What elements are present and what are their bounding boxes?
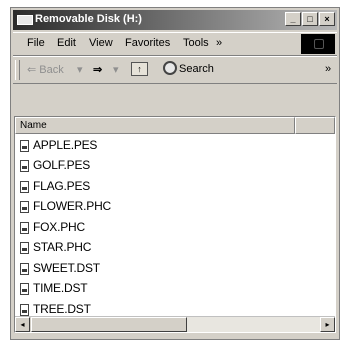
file-name: FOX.PHC xyxy=(33,220,85,234)
file-icon xyxy=(20,283,29,295)
scroll-right-button[interactable]: ▸ xyxy=(320,317,335,332)
file-icon xyxy=(20,160,29,172)
scroll-left-button[interactable]: ◂ xyxy=(15,317,30,332)
file-icon xyxy=(20,140,29,152)
menu-bar: File Edit View Favorites Tools » xyxy=(13,32,337,56)
scrollbar-thumb[interactable] xyxy=(31,317,187,332)
file-list-view: Name APPLE.PES GOLF.PES FLAG.PES FLOWER.… xyxy=(14,116,336,333)
search-icon[interactable] xyxy=(163,61,177,75)
toolbar-grip[interactable] xyxy=(15,60,20,80)
standard-toolbar: ⇐ Back ▾ ⇒ ▾ ↑ Search » xyxy=(13,56,337,84)
file-name: FLAG.PES xyxy=(33,179,90,193)
minimize-button[interactable]: _ xyxy=(285,12,301,26)
forward-button[interactable]: ⇒ xyxy=(93,63,102,76)
horizontal-scrollbar[interactable]: ◂ ▸ xyxy=(15,316,335,332)
title-bar[interactable]: Removable Disk (H:) _ □ × xyxy=(13,10,337,30)
search-button[interactable]: Search xyxy=(179,63,214,75)
scrollbar-track[interactable] xyxy=(187,317,320,332)
explorer-window: Removable Disk (H:) _ □ × File Edit View… xyxy=(10,7,340,340)
file-name: TIME.DST xyxy=(33,281,87,295)
file-icon xyxy=(20,304,29,316)
file-icon xyxy=(20,181,29,193)
file-name: FLOWER.PHC xyxy=(33,199,111,213)
file-name: GOLF.PES xyxy=(33,158,90,172)
toolbar-overflow-chevron[interactable]: » xyxy=(325,63,331,75)
column-header-row: Name xyxy=(15,117,335,134)
file-name: STAR.PHC xyxy=(33,240,91,254)
window-controls: _ □ × xyxy=(285,12,335,26)
column-header-name[interactable]: Name xyxy=(15,117,295,134)
up-folder-icon[interactable]: ↑ xyxy=(131,62,148,76)
file-name: SWEET.DST xyxy=(33,261,100,275)
file-icon xyxy=(20,201,29,213)
windows-logo-icon xyxy=(301,34,335,54)
file-icon xyxy=(20,263,29,275)
drive-icon xyxy=(17,15,33,25)
menu-overflow-chevron[interactable]: » xyxy=(216,37,222,49)
maximize-button[interactable]: □ xyxy=(302,12,318,26)
menu-favorites[interactable]: Favorites xyxy=(125,37,170,49)
file-name: TREE.DST xyxy=(33,302,91,316)
back-button[interactable]: ⇐ Back xyxy=(27,63,64,76)
window-title: Removable Disk (H:) xyxy=(35,13,142,25)
file-icon xyxy=(20,222,29,234)
file-icon xyxy=(20,242,29,254)
column-header-size[interactable] xyxy=(295,117,335,134)
menu-edit[interactable]: Edit xyxy=(57,37,76,49)
close-button[interactable]: × xyxy=(319,12,335,26)
forward-dropdown-icon[interactable]: ▾ xyxy=(113,63,119,76)
back-dropdown-icon[interactable]: ▾ xyxy=(77,63,83,76)
menu-view[interactable]: View xyxy=(89,37,113,49)
menu-file[interactable]: File xyxy=(27,37,45,49)
file-name: APPLE.PES xyxy=(33,138,97,152)
menu-tools[interactable]: Tools xyxy=(183,37,209,49)
